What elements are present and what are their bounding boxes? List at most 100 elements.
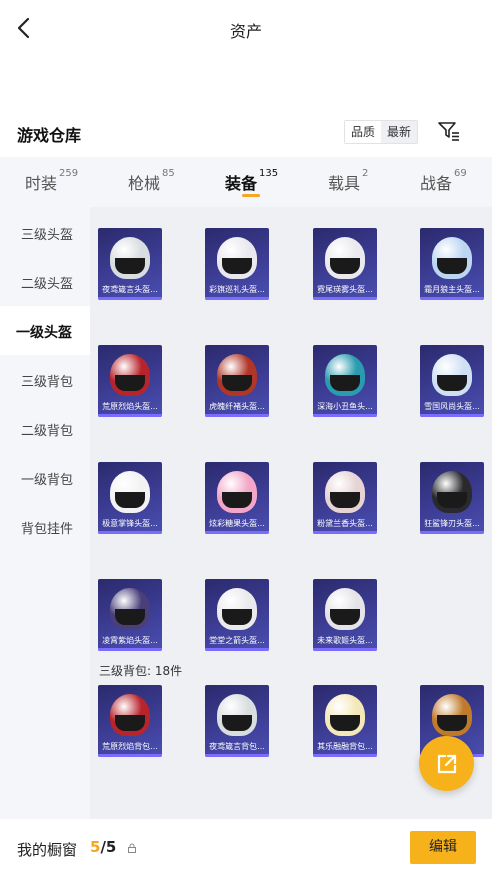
sidebar-item-label: 三级背包 (21, 375, 74, 390)
active-tab-indicator (242, 194, 260, 197)
edit-button[interactable]: 编辑 (410, 831, 476, 864)
rarity-bar (98, 648, 162, 651)
filter-button[interactable] (436, 118, 462, 144)
sort-quality-button[interactable]: 品质 (345, 121, 382, 143)
rarity-bar (313, 297, 377, 300)
item-name: 凌霄紫焰头盔... (102, 636, 158, 645)
tab-label: 载具 (328, 174, 361, 193)
sidebar-item-label: 一级头盔 (16, 325, 72, 341)
sidebar-item-label: 二级背包 (21, 424, 74, 439)
item-visor (330, 715, 360, 731)
top-bar: 资产 (0, 0, 492, 58)
item-card[interactable]: 粉黛兰香头盔... (313, 462, 377, 534)
rarity-bar (98, 297, 162, 300)
tab-count: 135 (259, 168, 279, 179)
sidebar-item-level1-backpack[interactable]: 一级背包 (0, 453, 90, 502)
rarity-bar (313, 531, 377, 534)
item-card[interactable]: 狂鲨锋刃头盔... (420, 462, 484, 534)
sort-latest-button[interactable]: 最新 (381, 121, 418, 143)
rarity-bar (98, 414, 162, 417)
share-button[interactable] (419, 736, 474, 791)
sidebar-item-level1-helmet[interactable]: 一级头盔 (0, 306, 90, 355)
item-name: 夜鸢箴言背包... (209, 742, 265, 751)
item-card[interactable]: 炫彩糖果头盔... (205, 462, 269, 534)
item-card[interactable]: 彩旗巡礼头盔... (205, 228, 269, 300)
item-card[interactable]: 霓尾瑛雾头盔... (313, 228, 377, 300)
tab-vehicles[interactable]: 载具2 (328, 168, 368, 194)
item-card[interactable]: 凌霄紫焰头盔... (98, 579, 162, 651)
tab-label: 战备 (420, 174, 453, 193)
sidebar-item-label: 三级头盔 (21, 228, 74, 243)
item-card[interactable]: 其乐融融背包... (313, 685, 377, 757)
showcase-current: 5 (90, 838, 101, 856)
rarity-bar (205, 414, 269, 417)
item-name: 其乐融融背包... (317, 742, 373, 751)
item-visor (115, 492, 145, 508)
tab-label: 枪械 (128, 174, 161, 193)
item-card[interactable]: 深海小丑鱼头... (313, 345, 377, 417)
item-visor (222, 492, 252, 508)
rarity-bar (313, 754, 377, 757)
warehouse-title: 游戏仓库 (17, 126, 82, 145)
item-card[interactable]: 夜鸢箴言头盔... (98, 228, 162, 300)
item-name: 荒原烈焰背包... (102, 742, 158, 751)
item-name: 荒原烈焰头盔... (102, 402, 158, 411)
item-visor (437, 715, 467, 731)
item-name: 炫彩糖果头盔... (209, 519, 265, 528)
item-card[interactable]: 荒原烈焰头盔... (98, 345, 162, 417)
tab-count: 85 (162, 168, 175, 179)
rarity-bar (98, 754, 162, 757)
section-label-level3-backpack: 三级背包: 18件 (99, 664, 183, 678)
showcase-label: 我的橱窗 (17, 841, 78, 859)
item-name: 夜鸢箴言头盔... (102, 285, 158, 294)
item-name: 粉黛兰香头盔... (317, 519, 373, 528)
item-card[interactable]: 未来歌姬头盔... (313, 579, 377, 651)
item-card[interactable]: 霜月狼主头盔... (420, 228, 484, 300)
item-visor (115, 375, 145, 391)
rarity-bar (313, 648, 377, 651)
item-card[interactable]: 雪国风尚头盔... (420, 345, 484, 417)
page-title: 资产 (229, 22, 262, 41)
tab-fashion[interactable]: 时装259 (25, 168, 78, 194)
item-visor (330, 609, 360, 625)
sidebar-item-label: 背包挂件 (21, 522, 74, 537)
item-name: 霜月狼主头盔... (424, 285, 480, 294)
tab-equipment[interactable]: 装备135 (225, 168, 279, 194)
rarity-bar (205, 531, 269, 534)
item-visor (330, 375, 360, 391)
item-name: 极意掌锋头盔... (102, 519, 158, 528)
item-card[interactable]: 荒原烈焰背包... (98, 685, 162, 757)
showcase-total: /5 (100, 838, 117, 856)
sidebar-item-backpack-charm[interactable]: 背包挂件 (0, 502, 90, 551)
sidebar-item-level2-backpack[interactable]: 二级背包 (0, 404, 90, 453)
rarity-bar (420, 531, 484, 534)
sidebar-item-label: 一级背包 (21, 473, 74, 488)
item-visor (115, 258, 145, 274)
tab-weapons[interactable]: 枪械85 (128, 168, 175, 194)
item-card[interactable]: 虎魄纤褚头盔... (205, 345, 269, 417)
item-card[interactable]: 夜鸢箴言背包... (205, 685, 269, 757)
item-visor (437, 375, 467, 391)
rarity-bar (313, 414, 377, 417)
rarity-bar (205, 297, 269, 300)
rarity-bar (205, 648, 269, 651)
rarity-bar (205, 754, 269, 757)
item-visor (330, 492, 360, 508)
tab-count: 69 (454, 168, 467, 179)
item-name: 霓尾瑛雾头盔... (317, 285, 373, 294)
item-grid: 夜鸢箴言头盔... 彩旗巡礼头盔... 霓尾瑛雾头盔... 霜月狼主头盔... 荒原烈焰… (90, 207, 492, 819)
tab-combat-gear[interactable]: 战备69 (420, 168, 467, 194)
item-visor (115, 715, 145, 731)
rarity-bar (420, 414, 484, 417)
item-card[interactable]: 堂堂之箭头盔... (205, 579, 269, 651)
item-card[interactable]: 极意掌锋头盔... (98, 462, 162, 534)
item-name: 虎魄纤褚头盔... (209, 402, 265, 411)
item-name: 雪国风尚头盔... (424, 402, 480, 411)
sidebar-item-level2-helmet[interactable]: 二级头盔 (0, 257, 90, 306)
external-link-icon (437, 754, 456, 773)
sidebar-item-level3-helmet[interactable]: 三级头盔 (0, 208, 90, 257)
item-visor (437, 492, 467, 508)
sidebar-item-level3-backpack[interactable]: 三级背包 (0, 355, 90, 404)
lock-icon (128, 843, 136, 853)
subcategory-sidebar: 三级头盔 二级头盔 一级头盔 三级背包 二级背包 一级背包 背包挂件 (0, 207, 90, 819)
